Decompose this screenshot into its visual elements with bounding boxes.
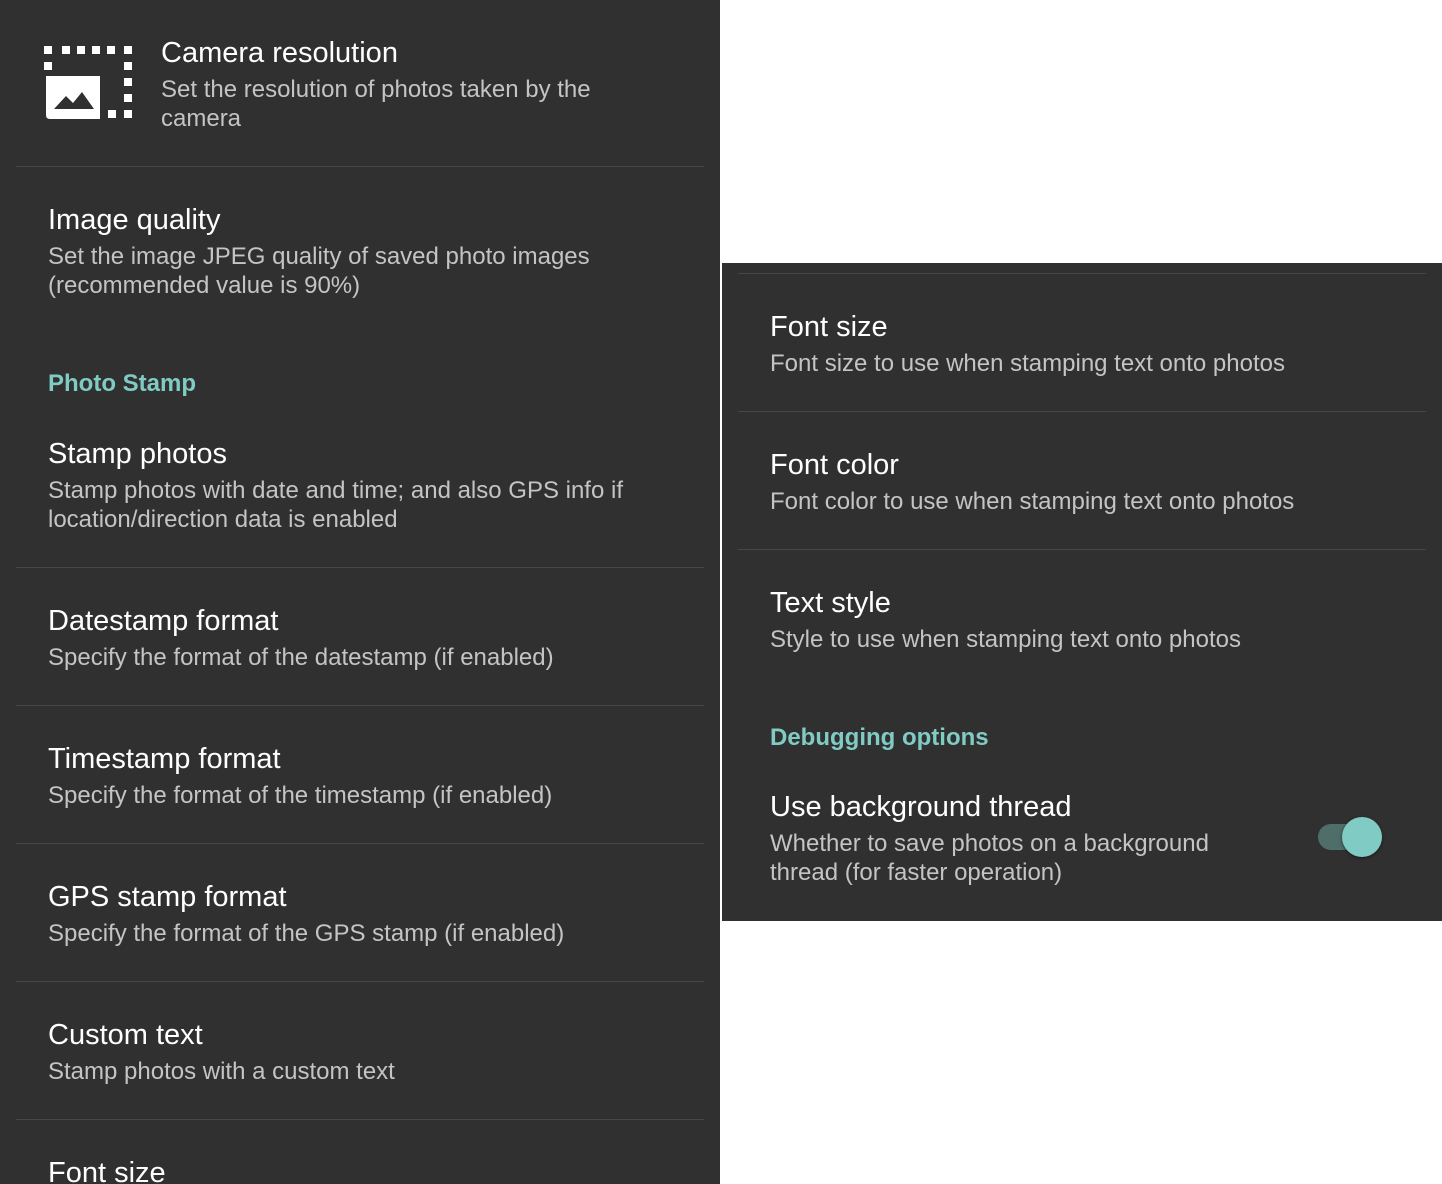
setting-title: Custom text [48,1019,203,1051]
setting-text-style[interactable]: Text style Style to use when stamping te… [722,550,1442,690]
setting-font-color[interactable]: Font color Font color to use when stampi… [722,412,1442,549]
setting-title: Text style [770,587,891,619]
setting-summary: Specify the format of the GPS stamp (if … [48,920,565,947]
setting-title: Font size [770,311,888,343]
setting-title: Image quality [48,204,221,236]
setting-summary: Whether to save photos on a background t… [770,830,1209,886]
setting-summary: Font color to use when stamping text ont… [770,488,1295,515]
settings-screen-left: Camera resolution Set the resolution of … [0,0,720,1184]
setting-summary: Specify the format of the timestamp (if … [48,782,553,809]
setting-title: Camera resolution [161,37,398,69]
setting-summary: Set the image JPEG quality of saved phot… [48,243,590,299]
setting-timestamp-format[interactable]: Timestamp format Specify the format of t… [0,706,720,843]
photo-size-select-icon [44,46,132,119]
setting-title: GPS stamp format [48,881,287,913]
setting-title: Use background thread [770,791,1072,823]
setting-title: Timestamp format [48,743,281,775]
setting-summary: Style to use when stamping text onto pho… [770,626,1241,653]
setting-gps-stamp-format[interactable]: GPS stamp format Specify the format of t… [0,844,720,981]
setting-custom-text[interactable]: Custom text Stamp photos with a custom t… [0,982,720,1119]
setting-camera-resolution[interactable]: Camera resolution Set the resolution of … [0,0,720,166]
toggle-thumb [1342,817,1382,857]
category-header-photo-stamp: Photo Stamp [48,370,196,397]
setting-title: Font color [770,449,899,481]
setting-title: Stamp photos [48,438,227,470]
setting-datestamp-format[interactable]: Datestamp format Specify the format of t… [0,568,720,705]
setting-summary: Set the resolution of photos taken by th… [161,76,591,132]
setting-image-quality[interactable]: Image quality Set the image JPEG quality… [0,167,720,347]
background-thread-toggle[interactable] [1318,815,1390,859]
setting-font-size[interactable]: Font size Font size to use when stamping… [722,274,1442,411]
setting-summary: Font size to use when stamping text onto… [770,350,1285,377]
setting-summary: Stamp photos with a custom text [48,1058,395,1085]
category-header-debugging: Debugging options [770,724,989,751]
setting-font-size[interactable]: Font size [0,1120,720,1184]
setting-stamp-photos[interactable]: Stamp photos Stamp photos with date and … [0,420,720,567]
setting-title: Font size [48,1157,166,1184]
settings-screen-right: Font size Font size to use when stamping… [722,263,1442,921]
setting-summary: Stamp photos with date and time; and als… [48,477,623,533]
setting-title: Datestamp format [48,605,279,637]
setting-summary: Specify the format of the datestamp (if … [48,644,554,671]
